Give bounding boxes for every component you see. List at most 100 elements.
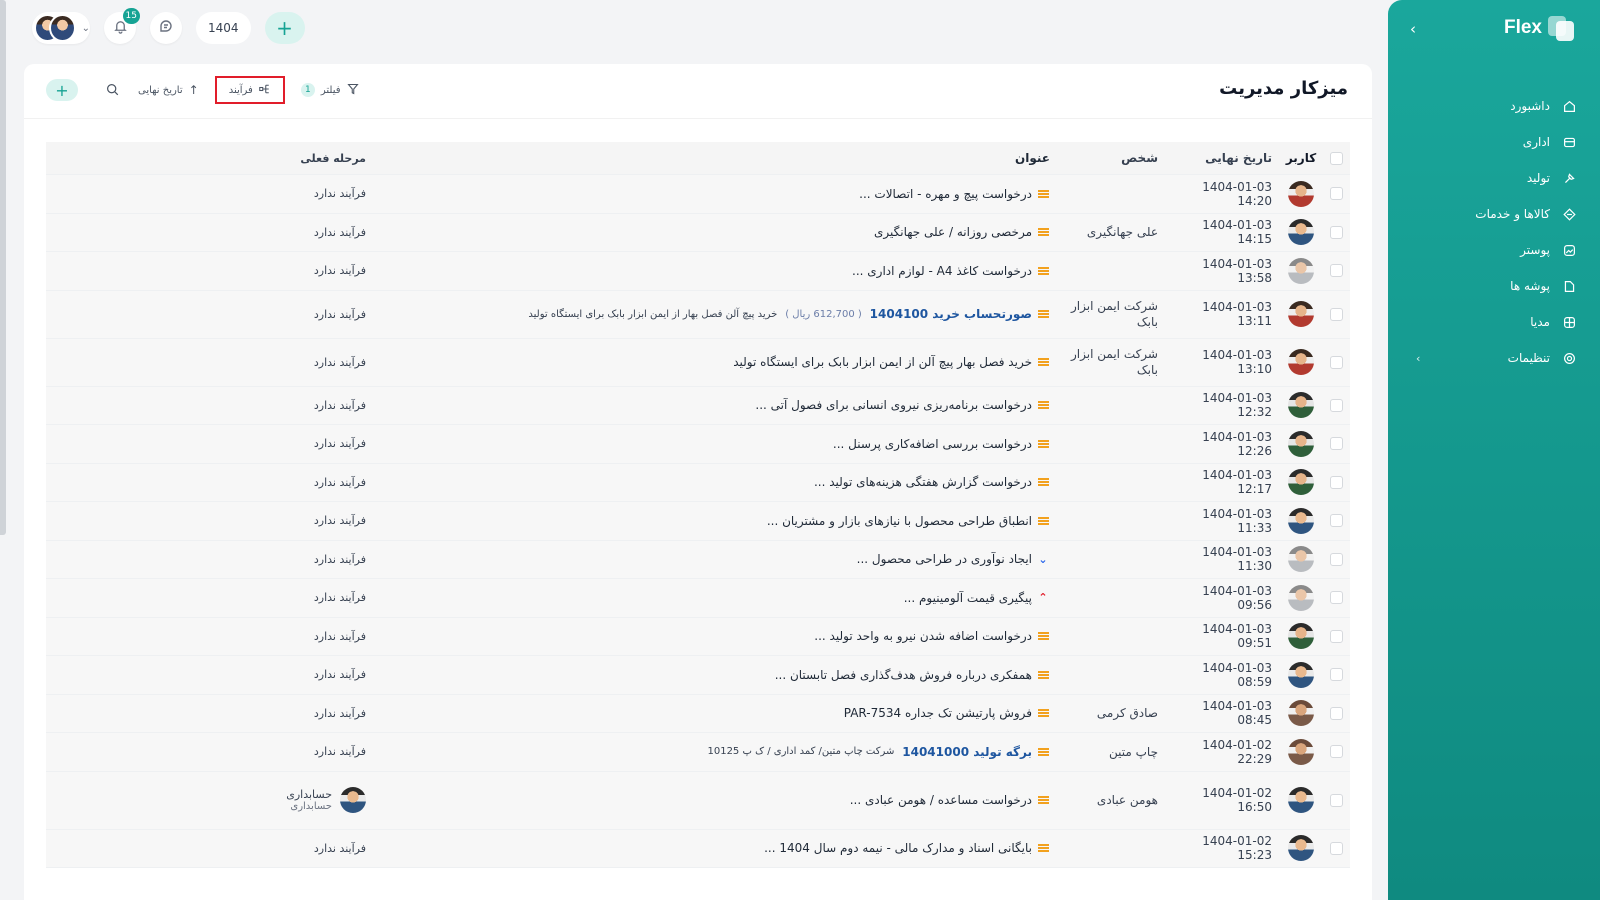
table-row[interactable]: 1404-01-03 12:26 درخواست بررسی اضافه‌کاری…	[46, 425, 1350, 464]
row-title[interactable]: همفکری درباره فروش هدف‌گذاری فصل تابستان…	[366, 668, 1062, 682]
add-button[interactable]: +	[264, 12, 305, 44]
row-checkbox[interactable]	[1322, 668, 1350, 682]
table-row[interactable]: 1404-01-03 08:45 صادق کرمی فروش پارتیشن تک…	[46, 694, 1350, 733]
sort-button[interactable]: تاریخ نهایی ↑	[138, 83, 199, 97]
sidebar-item-dashboard[interactable]: داشبورد	[1388, 88, 1600, 124]
row-title[interactable]: ⌃ پیگیری قیمت آلومینیوم ...	[366, 591, 1062, 605]
header-stage[interactable]: مرحله فعلی	[46, 152, 366, 165]
table-row[interactable]: 1404-01-03 09:56 ⌃ پیگیری قیمت آلومینیوم .…	[46, 579, 1350, 618]
table-row[interactable]: 1404-01-03 14:15 علی جهانگیری مرخصی روزانه…	[46, 213, 1350, 252]
title-text[interactable]: همفکری درباره فروش هدف‌گذاری فصل تابستان…	[775, 668, 1032, 682]
row-checkbox[interactable]	[1322, 629, 1350, 643]
year-selector[interactable]: 1404	[196, 12, 251, 44]
title-text[interactable]: ایجاد نوآوری در طراحی محصول ...	[857, 552, 1032, 566]
title-text[interactable]: درخواست کاغذ A4 - لوازم اداری ...	[852, 264, 1032, 278]
row-checkbox[interactable]	[1322, 745, 1350, 759]
sidebar-item-folders[interactable]: پوشه ها	[1388, 268, 1600, 304]
row-title[interactable]: برگه تولید 14041000 شرکت چاپ متین/ کمد ا…	[366, 745, 1062, 759]
title-text[interactable]: درخواست اضافه شدن نیرو به واحد تولید ...	[814, 629, 1032, 643]
stage-assignee: حسابداری حسابداری	[286, 787, 366, 813]
table-row[interactable]: 1404-01-03 08:59 همفکری درباره فروش هدف‌گ…	[46, 656, 1350, 695]
row-title[interactable]: مرخصی روزانه / علی جهانگیری	[366, 225, 1062, 239]
table-row[interactable]: 1404-01-03 11:33 انطباق طراحی محصول با نی…	[46, 502, 1350, 541]
row-stage: فرآیند ندارد	[46, 476, 366, 489]
row-checkbox[interactable]	[1322, 706, 1350, 720]
process-button[interactable]: فرآیند	[214, 76, 285, 104]
row-checkbox[interactable]	[1322, 514, 1350, 528]
table-row[interactable]: 1404-01-02 22:29 چاپ متین برگه تولید 14041…	[46, 733, 1350, 772]
row-title[interactable]: درخواست بررسی اضافه‌کاری پرسنل ...	[366, 437, 1062, 451]
row-title[interactable]: درخواست برنامه‌ریزی نیروی انسانی برای فص…	[366, 398, 1062, 412]
row-title[interactable]: درخواست مساعده / هومن عبادی ...	[366, 793, 1062, 807]
filter-button[interactable]: 1 فیلتر	[300, 83, 359, 98]
row-checkbox[interactable]	[1322, 591, 1350, 605]
row-checkbox[interactable]	[1322, 793, 1350, 807]
table-header: کاربر تاریخ نهایی شخص عنوان مرحله فعلی	[46, 142, 1350, 175]
title-text[interactable]: بایگانی اسناد و مدارک مالی - نیمه دوم سا…	[764, 841, 1032, 855]
title-text[interactable]: انطباق طراحی محصول با نیازهای بازار و مش…	[767, 514, 1032, 528]
row-checkbox[interactable]	[1322, 841, 1350, 855]
row-checkbox[interactable]	[1322, 187, 1350, 201]
sidebar-item-products[interactable]: کالاها و خدمات	[1388, 196, 1600, 232]
row-checkbox[interactable]	[1322, 225, 1350, 239]
row-title[interactable]: درخواست کاغذ A4 - لوازم اداری ...	[366, 264, 1062, 278]
page-scrollbar[interactable]	[0, 0, 6, 535]
header-date[interactable]: تاریخ نهایی	[1170, 151, 1280, 165]
row-title[interactable]: فروش پارتیشن تک جداره PAR-7534	[366, 706, 1062, 720]
sidebar-item-office[interactable]: اداری	[1388, 124, 1600, 160]
table-row[interactable]: 1404-01-03 12:17 درخواست گزارش هفتگی هزین…	[46, 463, 1350, 502]
table-row[interactable]: 1404-01-03 11:30 ⌄ ایجاد نوآوری در طراحی م…	[46, 540, 1350, 579]
row-title[interactable]: درخواست گزارش هفتگی هزینه‌های تولید ...	[366, 475, 1062, 489]
row-checkbox[interactable]	[1322, 552, 1350, 566]
table-row[interactable]: 1404-01-03 13:10 شرکت ایمن ابزار بابک خرید…	[46, 338, 1350, 387]
row-checkbox[interactable]	[1322, 307, 1350, 321]
row-checkbox[interactable]	[1322, 475, 1350, 489]
title-text[interactable]: درخواست مساعده / هومن عبادی ...	[850, 793, 1032, 807]
title-text[interactable]: پیگیری قیمت آلومینیوم ...	[904, 591, 1032, 605]
title-text[interactable]: مرخصی روزانه / علی جهانگیری	[874, 225, 1032, 239]
chat-button[interactable]	[150, 12, 182, 44]
sidebar-item-poster[interactable]: پوستر	[1388, 232, 1600, 268]
notifications-button[interactable]: 15	[104, 8, 140, 44]
table-row[interactable]: 1404-01-03 12:32 درخواست برنامه‌ریزی نیرو…	[46, 386, 1350, 425]
title-text[interactable]: درخواست گزارش هفتگی هزینه‌های تولید ...	[814, 475, 1032, 489]
stage-text: فرآیند ندارد	[313, 514, 366, 528]
row-checkbox[interactable]	[1322, 437, 1350, 451]
row-checkbox[interactable]	[1322, 264, 1350, 278]
row-checkbox[interactable]	[1322, 398, 1350, 412]
sidebar-item-settings[interactable]: ‹ تنظیمات	[1388, 340, 1600, 376]
user-menu[interactable]: ⌄	[32, 12, 90, 44]
title-text[interactable]: فروش پارتیشن تک جداره PAR-7534	[844, 706, 1032, 720]
header-user[interactable]: کاربر	[1280, 151, 1322, 165]
header-title[interactable]: عنوان	[366, 151, 1062, 165]
table-row[interactable]: 1404-01-03 13:58 درخواست کاغذ A4 - لوازم …	[46, 252, 1350, 291]
table-row[interactable]: 1404-01-03 13:11 شرکت ایمن ابزار بابک صورت…	[46, 290, 1350, 339]
select-all-checkbox[interactable]	[1322, 151, 1350, 165]
row-title[interactable]: بایگانی اسناد و مدارک مالی - نیمه دوم سا…	[366, 841, 1062, 855]
title-link[interactable]: صورتحساب خرید 1404100	[870, 307, 1032, 321]
row-title[interactable]: ⌄ ایجاد نوآوری در طراحی محصول ...	[366, 552, 1062, 566]
row-title[interactable]: درخواست اضافه شدن نیرو به واحد تولید ...	[366, 629, 1062, 643]
table-row[interactable]: 1404-01-02 16:50 هومن عبادی درخواست مساعده…	[46, 771, 1350, 830]
sidebar-item-media[interactable]: مدیا	[1388, 304, 1600, 340]
title-text[interactable]: خرید فصل بهار پیچ آلن از ایمن ابزار بابک…	[733, 355, 1032, 369]
row-checkbox[interactable]	[1322, 355, 1350, 369]
title-text[interactable]: درخواست پیچ و مهره - اتصالات ...	[859, 187, 1032, 201]
sidebar: ‹ Flex داشبورد اداری تولید کالاها و خدما…	[1388, 0, 1600, 900]
header-person[interactable]: شخص	[1062, 150, 1170, 166]
row-title[interactable]: خرید فصل بهار پیچ آلن از ایمن ابزار بابک…	[366, 355, 1062, 369]
table-row[interactable]: 1404-01-02 15:23 بایگانی اسناد و مدارک ما…	[46, 829, 1350, 868]
collapse-sidebar-chevron-icon[interactable]: ‹	[1410, 20, 1416, 38]
title-text[interactable]: درخواست بررسی اضافه‌کاری پرسنل ...	[833, 437, 1032, 451]
title-text[interactable]: درخواست برنامه‌ریزی نیروی انسانی برای فص…	[755, 398, 1032, 412]
table-row[interactable]: 1404-01-03 09:51 درخواست اضافه شدن نیرو ب…	[46, 617, 1350, 656]
add-item-button[interactable]: +	[46, 79, 78, 101]
row-title[interactable]: صورتحساب خرید 1404100 ( 612,700 ریال ) خ…	[366, 307, 1062, 321]
title-link[interactable]: برگه تولید 14041000	[902, 745, 1032, 759]
row-title[interactable]: درخواست پیچ و مهره - اتصالات ...	[366, 187, 1062, 201]
row-person: چاپ متین	[1109, 744, 1158, 759]
search-button[interactable]	[102, 80, 122, 100]
table-row[interactable]: 1404-01-03 14:20 درخواست پیچ و مهره - اتص…	[46, 175, 1350, 214]
sidebar-item-production[interactable]: تولید	[1388, 160, 1600, 196]
row-title[interactable]: انطباق طراحی محصول با نیازهای بازار و مش…	[366, 514, 1062, 528]
